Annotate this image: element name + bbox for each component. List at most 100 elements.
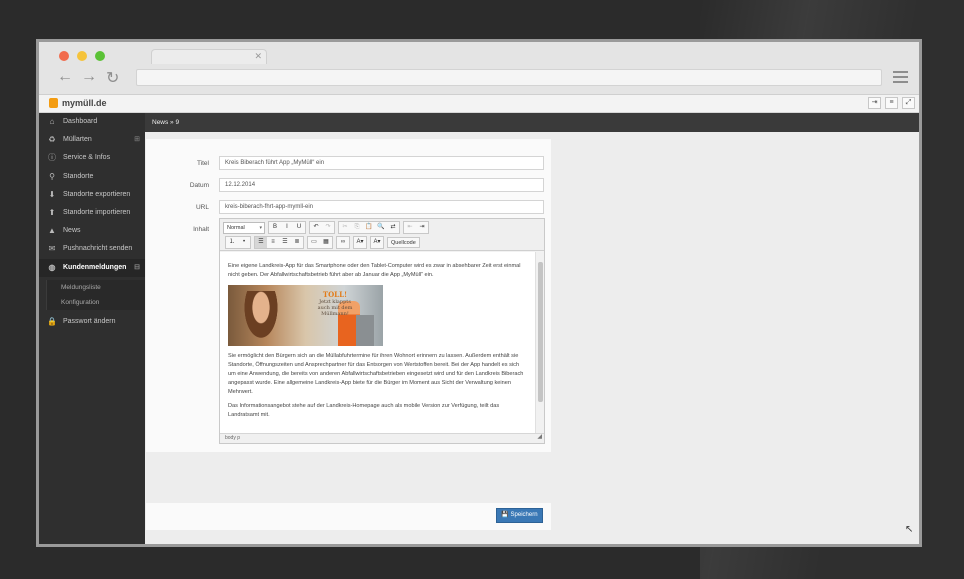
expand-icon[interactable]: ⊞ (134, 131, 140, 149)
article-paragraph-3: Das Informationsangebot stehe auf der La… (228, 403, 500, 418)
sidebar-item-service-infos[interactable]: ⓘ Service & Infos (39, 149, 145, 167)
sidebar-subitem-konfiguration[interactable]: Konfiguration (46, 294, 145, 310)
text-color-button[interactable]: A▾ (354, 237, 366, 248)
editor-scrollbar[interactable] (535, 252, 544, 434)
resize-grip-icon[interactable]: ◢ (537, 433, 542, 442)
sidebar-item-passwort-ändern[interactable]: 🔒 Passwort ändern (39, 313, 145, 331)
bullet-list-button[interactable]: • (238, 237, 250, 248)
logo-mark-icon (49, 98, 58, 108)
titel-input[interactable]: Kreis Biberach führt App „MyMüll“ ein (219, 156, 544, 170)
window-minimize-dot[interactable] (77, 51, 87, 61)
map-marker-icon: ⚲ (49, 171, 55, 181)
sidebar-item-pushnachricht-senden[interactable]: ✉ Pushnachricht senden (39, 240, 145, 258)
article-paragraph-2: Sie ermöglicht den Bürgern sich an die M… (228, 353, 524, 395)
logout-icon[interactable]: ⇥ (868, 97, 881, 109)
sidebar-item-dashboard[interactable]: ⌂ Dashboard (39, 113, 145, 131)
toolbar-group: ⒈ • (225, 236, 251, 249)
table-button[interactable]: ▦ (320, 237, 332, 248)
window-close-dot[interactable] (59, 51, 69, 61)
paste-button[interactable]: 📋 (363, 222, 375, 233)
bullhorn-icon: ✉ (48, 244, 56, 254)
toolbar-row-2: ⒈ • ☰ ≡ ☰ ≣ ▭ ▦ ∞ A▾ A▾ Quellcode (223, 236, 541, 249)
form-footer: 💾 Speichern (146, 503, 551, 530)
find-button[interactable]: 🔍 (375, 222, 387, 233)
article-image[interactable]: TOLL! Jetzt klappts auch mit dem Müllman… (228, 285, 383, 346)
editor-content[interactable]: Eine eigene Landkreis-App für das Smartp… (220, 252, 536, 434)
sidebar-item-label: Passwort ändern (63, 317, 116, 325)
bg-color-button[interactable]: A▾ (371, 237, 383, 248)
sidebar-item-standorte-importieren[interactable]: ⬆ Standorte importieren (39, 204, 145, 222)
sidebar-item-label: Service & Infos (63, 154, 111, 162)
toolbar-group: ⇤ ⇥ (403, 221, 429, 234)
browser-tab[interactable]: ✕ (151, 49, 267, 64)
replace-button[interactable]: ⇄ (387, 222, 399, 233)
sidebar-item-müllarten[interactable]: ♻ Müllarten ⊞ (39, 131, 145, 149)
window-zoom-dot[interactable] (95, 51, 105, 61)
underline-button[interactable]: U (293, 222, 305, 233)
numbered-list-button[interactable]: ⒈ (226, 237, 238, 248)
source-code-button[interactable]: Quellcode (387, 237, 420, 248)
header-buttons: ⇥ ≡ ⤢ (868, 97, 915, 109)
sidebar-item-standorte[interactable]: ⚲ Standorte (39, 168, 145, 186)
forward-arrow-icon[interactable]: → (81, 68, 97, 86)
sidebar-subitem-meldungsliste[interactable]: Meldungsliste (46, 279, 145, 295)
browser-menu-icon[interactable] (893, 71, 908, 86)
list-icon[interactable]: ≡ (885, 97, 898, 109)
recycle-icon: ♻ (48, 135, 56, 145)
news-form-panel: Titel Kreis Biberach führt App „MyMüll“ … (146, 139, 551, 452)
align-right-button[interactable]: ☰ (279, 237, 291, 248)
sidebar-item-label: Kundenmeldungen (63, 263, 127, 271)
scrollbar-thumb[interactable] (538, 262, 543, 402)
url-label: URL (195, 204, 209, 211)
sidebar-item-label: Standorte importieren (63, 208, 131, 216)
outdent-button[interactable]: ⇤ (404, 222, 416, 233)
italic-button[interactable]: I (281, 222, 293, 233)
sidebar-item-kundenmeldungen[interactable]: ◍ Kundenmeldungen ⊟ (39, 258, 145, 277)
toolbar-group: A▾ (353, 236, 367, 249)
expand-icon[interactable]: ⊟ (134, 259, 140, 277)
breadcrumb[interactable]: News » 9 (152, 113, 179, 132)
tab-close-icon[interactable]: ✕ (254, 51, 262, 62)
reload-icon[interactable]: ↻ (106, 68, 119, 88)
bold-button[interactable]: B (269, 222, 281, 233)
back-arrow-icon[interactable]: ← (57, 68, 73, 86)
redo-button[interactable]: ↷ (322, 222, 334, 233)
url-input[interactable]: kreis-biberach-fhrt-app-mymll-ein (219, 200, 544, 214)
toolbar-group: A▾ (370, 236, 384, 249)
datum-input[interactable]: 12.12.2014 (219, 178, 544, 192)
home-icon: ⌂ (49, 117, 55, 126)
upload-icon: ⬆ (48, 207, 56, 217)
copy-button[interactable]: ⎘ (351, 222, 363, 233)
align-left-button[interactable]: ☰ (255, 237, 267, 248)
cut-button[interactable]: ✂ (339, 222, 351, 233)
fullscreen-icon[interactable]: ⤢ (902, 97, 915, 109)
undo-button[interactable]: ↶ (310, 222, 322, 233)
lock-icon: 🔒 (47, 316, 57, 326)
sidebar-item-label: Standorte (63, 172, 94, 180)
save-button[interactable]: 💾 Speichern (496, 508, 543, 523)
toolbar-group: BIU (268, 221, 306, 234)
align-center-button[interactable]: ≡ (267, 237, 279, 248)
toolbar-group: ☰ ≡ ☰ ≣ (254, 236, 304, 249)
image-caption: TOLL! Jetzt klappts auch mit dem Müllman… (317, 290, 353, 318)
datum-label: Datum (189, 182, 209, 189)
justify-button[interactable]: ≣ (291, 237, 303, 248)
sidebar-item-news[interactable]: ▲ News (39, 222, 145, 240)
image-button[interactable]: ▭ (308, 237, 320, 248)
app-logo[interactable]: mymüll.de (49, 98, 107, 108)
sidebar-item-label: Müllarten (63, 136, 92, 144)
element-path[interactable]: body p (225, 435, 240, 441)
save-button-label: Speichern (510, 512, 538, 518)
sidebar-item-label: News (63, 227, 81, 235)
download-icon: ⬇ (48, 189, 56, 199)
format-select[interactable]: Normal ▾ (223, 221, 265, 234)
logo-text: mymüll.de (62, 98, 107, 108)
globe-icon: ◍ (48, 262, 56, 272)
address-bar[interactable] (136, 69, 882, 86)
link-button[interactable]: ∞ (337, 237, 349, 248)
toolbar-group: ✂ ⎘ 📋 🔍 ⇄ (338, 221, 400, 234)
indent-button[interactable]: ⇥ (416, 222, 428, 233)
sidebar-item-label: Dashboard (63, 118, 98, 125)
sidebar-item-standorte-exportieren[interactable]: ⬇ Standorte exportieren (39, 186, 145, 204)
info-icon: ⓘ (48, 153, 56, 163)
